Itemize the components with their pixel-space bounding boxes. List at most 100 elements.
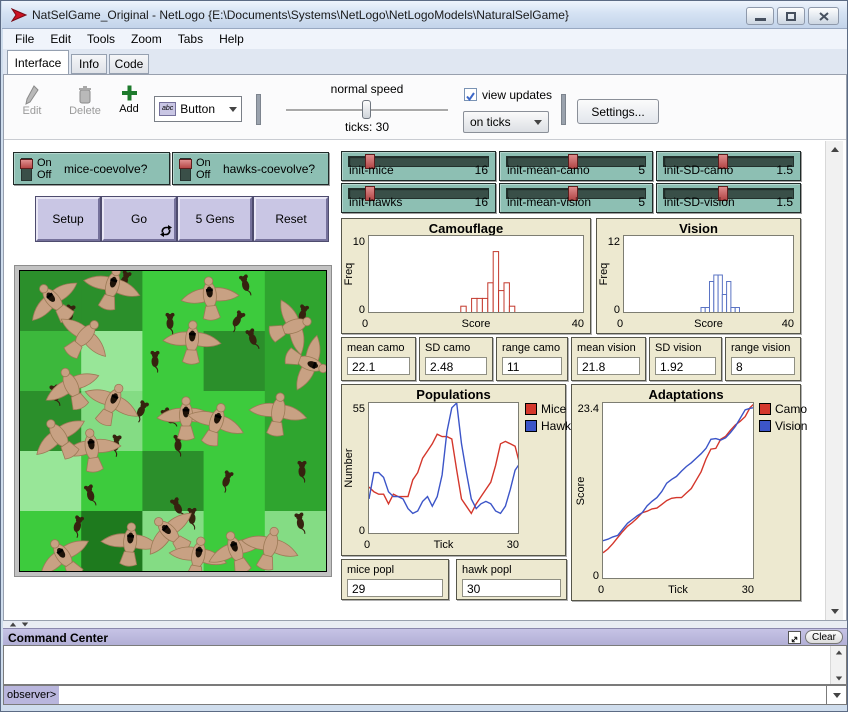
reset-button[interactable]: Reset: [254, 197, 328, 241]
view-updates-checkbox[interactable]: [464, 88, 477, 101]
legend-swatch: [525, 403, 537, 415]
forever-icon: [160, 225, 172, 237]
clear-button[interactable]: Clear: [805, 630, 843, 644]
switch-label: mice-coevolve?: [64, 162, 147, 176]
vision-histogram: [623, 235, 794, 313]
switch-hawks-coevolve[interactable]: On Off hawks-coevolve?: [172, 152, 329, 185]
legend-swatch: [759, 420, 771, 432]
splitter-up-icon[interactable]: [10, 623, 16, 627]
scroll-up-button[interactable]: [831, 646, 846, 658]
plot-populations: Populations 55 0 Number MiceHawks 0 Tick…: [341, 384, 566, 556]
y-axis-label: Score: [575, 467, 587, 515]
speed-slider-thumb[interactable]: [362, 100, 371, 119]
world-view-frame: [14, 265, 332, 577]
five-gens-button[interactable]: 5 Gens: [178, 197, 252, 241]
menu-help[interactable]: Help: [211, 30, 252, 48]
adaptations-chart: [602, 402, 754, 579]
menu-zoom[interactable]: Zoom: [123, 30, 170, 48]
legend-entry: Camo: [759, 402, 807, 416]
command-center-output[interactable]: [3, 645, 847, 685]
arrow-down-icon: [831, 609, 839, 614]
expand-command-center-button[interactable]: [788, 631, 801, 644]
y-axis-label: Freq: [343, 246, 355, 302]
slider-init-hawks[interactable]: init-hawks 16: [341, 183, 496, 213]
scroll-down-button[interactable]: [831, 672, 846, 684]
maximize-button[interactable]: [777, 7, 805, 25]
plot-title: Adaptations: [572, 387, 800, 402]
plot-camouflage: Camouflage 10 0 Freq 0 Score 40: [341, 218, 591, 334]
plot-legend: CamoVision: [759, 402, 807, 436]
observer-prompt: observer>: [4, 686, 59, 704]
slider-init-mean-camo[interactable]: init-mean-camo 5: [499, 151, 653, 181]
x-axis-label: Score: [623, 318, 794, 330]
switch-mice-coevolve[interactable]: On Off mice-coevolve?: [13, 152, 170, 185]
slider-init-sd-vision[interactable]: init-SD-vision 1.5: [656, 183, 801, 213]
delete-tool-button[interactable]: Delete: [63, 85, 107, 117]
slider-init-mice[interactable]: init-mice 16: [341, 151, 496, 181]
plot-adaptations: Adaptations 23.4 0 Score CamoVision 0 Ti…: [571, 384, 801, 601]
plus-icon: [121, 83, 138, 103]
legend-swatch: [759, 403, 771, 415]
minimize-button[interactable]: [746, 7, 774, 25]
plot-title: Camouflage: [342, 221, 590, 236]
tab-info[interactable]: Info: [71, 54, 107, 74]
view-updates-label: view updates: [482, 88, 552, 102]
scroll-down-button[interactable]: [826, 603, 843, 620]
menu-tools[interactable]: Tools: [79, 30, 123, 48]
output-scrollbar[interactable]: [830, 646, 846, 684]
slider-value: 5: [638, 163, 645, 177]
switch-toggle[interactable]: [180, 158, 191, 181]
slider-init-sd-camo[interactable]: init-SD-camo 1.5: [656, 151, 801, 181]
plot-vision: Vision 12 0 Freq 0 Score 40: [596, 218, 801, 334]
add-tool-button[interactable]: Add: [112, 83, 146, 115]
interface-vertical-scrollbar[interactable]: [825, 141, 843, 620]
command-center-header: Command Center Clear: [3, 628, 847, 645]
monitor-mice-popl: mice popl 29: [341, 559, 449, 600]
chevron-down-icon: [534, 120, 542, 125]
arrow-down-icon: [833, 693, 841, 698]
x-axis-label: Score: [368, 318, 584, 330]
settings-button[interactable]: Settings...: [577, 99, 659, 124]
tab-code[interactable]: Code: [109, 54, 149, 74]
monitor-hawk-popl: hawk popl 30: [456, 559, 567, 600]
monitor-sd-camo: SD camo 2.48: [419, 337, 493, 381]
tab-interface[interactable]: Interface: [7, 50, 69, 74]
legend-swatch: [525, 420, 537, 432]
menu-edit[interactable]: Edit: [42, 30, 79, 48]
widget-type-dropdown[interactable]: abc Button: [154, 96, 242, 122]
monitor-range-vision: range vision 8: [725, 337, 801, 381]
command-input[interactable]: [59, 686, 824, 704]
command-center-splitter[interactable]: [3, 621, 847, 628]
switch-knob[interactable]: [20, 159, 33, 169]
scroll-up-button[interactable]: [826, 141, 843, 158]
netlogo-app-icon: [11, 8, 27, 22]
populations-chart: [368, 402, 519, 534]
update-mode-dropdown[interactable]: on ticks: [463, 111, 549, 133]
close-icon: [819, 12, 829, 21]
plot-title: Populations: [342, 387, 565, 402]
command-history-button[interactable]: [826, 686, 846, 704]
maximize-icon: [786, 12, 796, 21]
splitter-down-icon[interactable]: [22, 623, 28, 627]
command-input-row: observer>: [3, 685, 847, 705]
switch-knob[interactable]: [179, 159, 192, 169]
x-axis-label: Tick: [368, 539, 519, 551]
world-view[interactable]: [19, 270, 327, 572]
setup-button[interactable]: Setup: [36, 197, 100, 241]
toolbar-separator: [561, 94, 566, 125]
menu-tabs[interactable]: Tabs: [170, 30, 211, 48]
go-button[interactable]: Go: [102, 197, 176, 241]
expand-icon: [789, 634, 800, 645]
close-button[interactable]: [808, 7, 839, 25]
monitor-range-camo: range camo 11: [496, 337, 568, 381]
menu-file[interactable]: File: [7, 30, 42, 48]
edit-tool-button[interactable]: Edit: [14, 85, 50, 117]
slider-value: 16: [475, 195, 488, 209]
slider-init-mean-vision[interactable]: init-mean-vision 5: [499, 183, 653, 213]
button-widget-icon: abc: [159, 102, 176, 116]
title-bar[interactable]: NatSelGame_Original - NetLogo {E:\Docume…: [2, 1, 847, 29]
switch-toggle[interactable]: [21, 158, 32, 181]
y-axis-label: Freq: [598, 246, 610, 302]
slider-value: 1.5: [776, 163, 793, 177]
checkmark-icon: [465, 91, 476, 102]
